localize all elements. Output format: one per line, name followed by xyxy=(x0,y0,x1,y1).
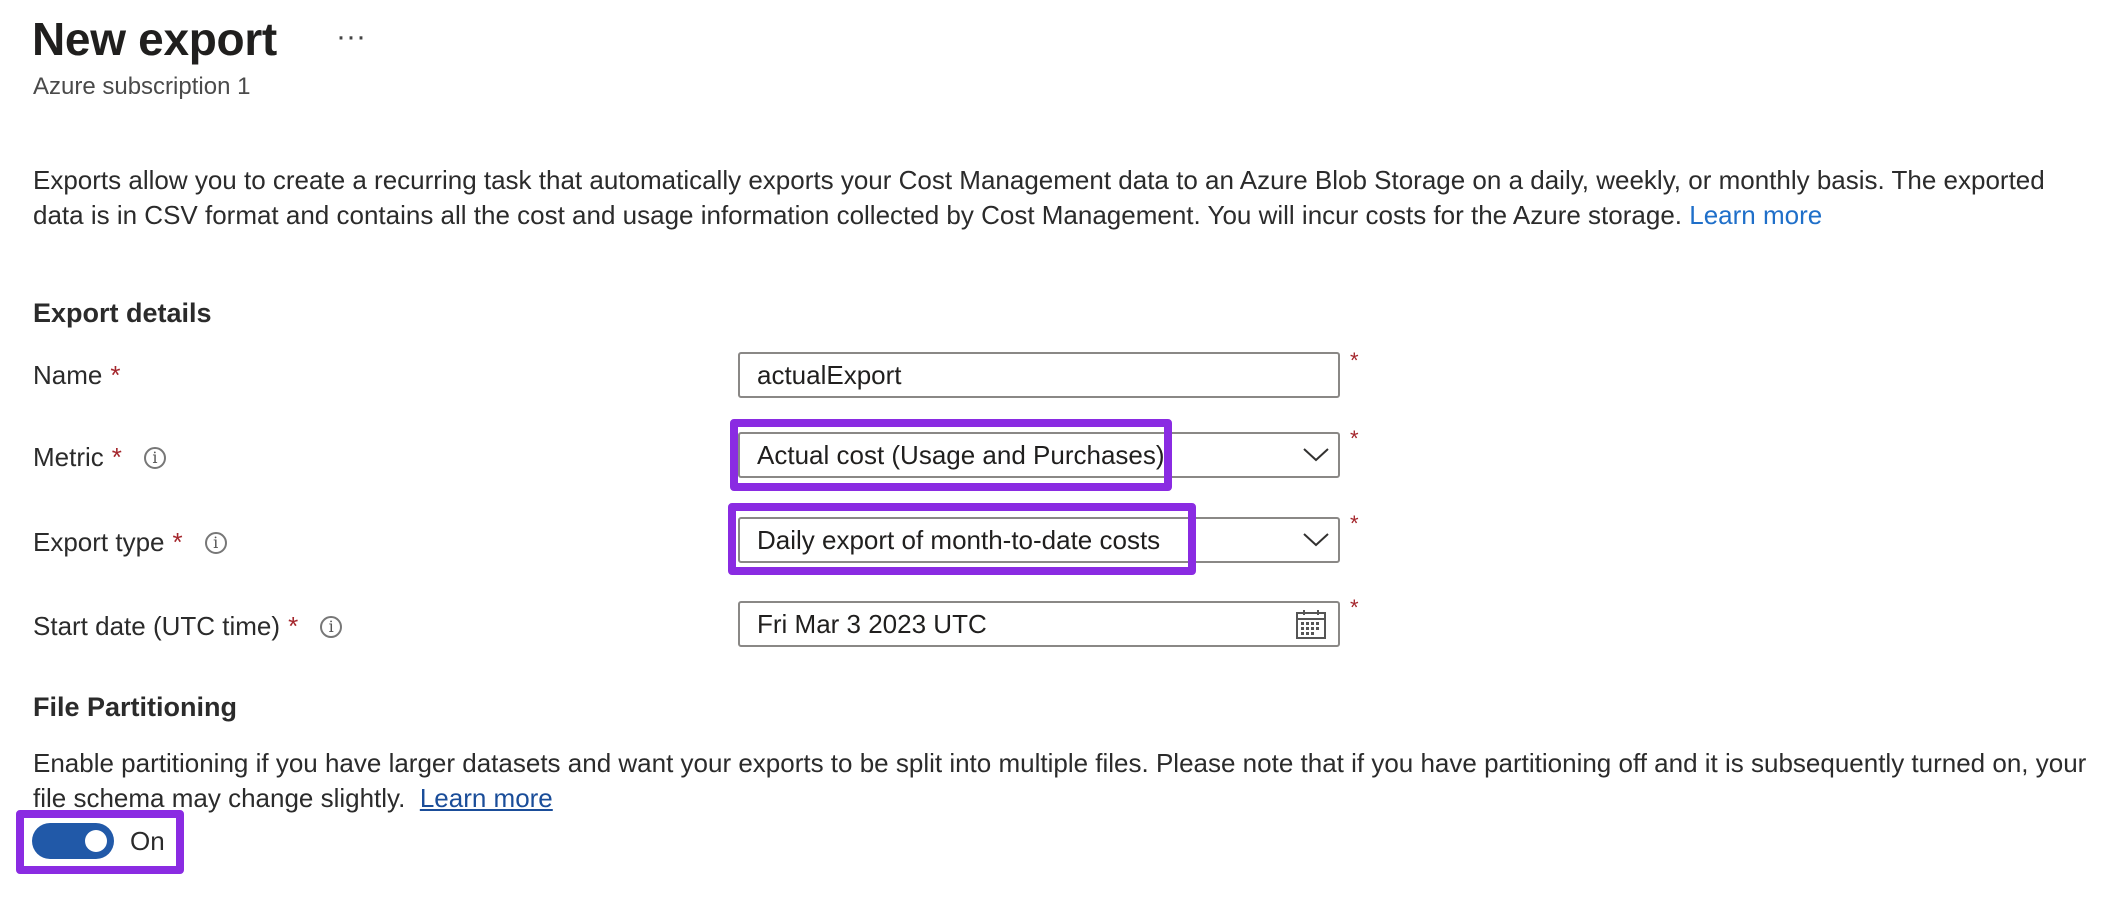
file-partitioning-description: Enable partitioning if you have larger d… xyxy=(33,746,2093,816)
required-indicator: * xyxy=(172,527,183,557)
page-title: New export xyxy=(32,13,277,65)
export-type-dropdown-value: Daily export of month-to-date costs xyxy=(757,524,1161,555)
start-date-picker[interactable]: Fri Mar 3 2023 UTC xyxy=(738,601,1340,647)
required-indicator: * xyxy=(111,442,122,472)
export-details-heading: Export details xyxy=(33,298,212,328)
file-partitioning-text: Enable partitioning if you have larger d… xyxy=(33,748,2087,813)
name-label-text: Name xyxy=(33,360,103,390)
chevron-down-icon xyxy=(1294,434,1338,476)
info-icon[interactable]: i xyxy=(204,531,227,554)
metric-label-text: Metric xyxy=(33,442,104,472)
learn-more-link[interactable]: Learn more xyxy=(1689,200,1822,230)
learn-more-link[interactable]: Learn more xyxy=(420,783,553,813)
partitioning-toggle[interactable] xyxy=(32,823,114,859)
info-icon[interactable]: i xyxy=(143,446,166,469)
required-asterisk: * xyxy=(1350,426,1359,451)
metric-dropdown-value: Actual cost (Usage and Purchases) xyxy=(757,439,1165,470)
required-indicator: * xyxy=(288,611,299,641)
required-asterisk: * xyxy=(1350,348,1359,373)
toggle-label: On xyxy=(130,826,165,856)
info-icon[interactable]: i xyxy=(320,615,343,638)
start-date-value: Fri Mar 3 2023 UTC xyxy=(757,608,987,639)
page-subtitle: Azure subscription 1 xyxy=(33,73,251,100)
export-type-dropdown[interactable]: Daily export of month-to-date costs xyxy=(738,517,1340,563)
export-type-label: Export type * i xyxy=(33,527,227,558)
calendar-icon[interactable] xyxy=(1284,603,1338,645)
description: Exports allow you to create a recurring … xyxy=(33,163,2093,233)
start-date-label-text: Start date (UTC time) xyxy=(33,611,281,641)
required-asterisk: * xyxy=(1350,511,1359,536)
toggle-knob xyxy=(85,830,107,852)
required-indicator: * xyxy=(110,360,121,390)
metric-label: Metric * i xyxy=(33,442,166,473)
export-type-label-text: Export type xyxy=(33,527,165,557)
start-date-label: Start date (UTC time) * i xyxy=(33,611,343,642)
name-input[interactable]: actualExport xyxy=(738,352,1340,398)
name-input-value: actualExport xyxy=(757,359,902,390)
metric-dropdown[interactable]: Actual cost (Usage and Purchases) xyxy=(738,432,1340,478)
file-partitioning-heading: File Partitioning xyxy=(33,692,238,722)
required-asterisk: * xyxy=(1350,595,1359,620)
more-options-icon[interactable]: ··· xyxy=(336,20,366,54)
name-label: Name * xyxy=(33,360,120,391)
chevron-down-icon xyxy=(1294,519,1338,561)
